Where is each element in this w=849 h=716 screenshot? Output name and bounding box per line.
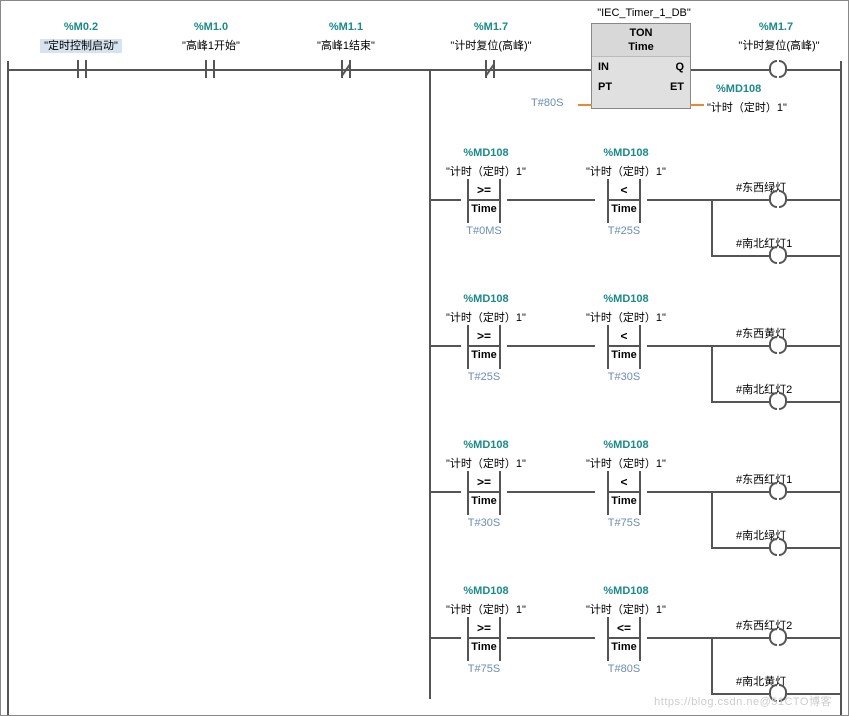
cmp2l[interactable]: >=Time [459,325,509,369]
contact-m02-addr: %M0.2 [31,21,131,33]
timer-et-label: "计时（定时）1" [707,99,787,115]
contact-m17a[interactable] [481,60,499,78]
cmp3l-val: T#30S [459,517,509,529]
g3-coil1[interactable] [769,482,787,500]
timer-pin-et: ET [670,81,684,93]
contact-m17a-label: "计时复位(高峰)" [431,37,551,53]
coil-m17-addr: %M1.7 [731,21,821,33]
timer-db-label: "IEC_Timer_1_DB" [589,7,699,19]
coil-m17[interactable] [769,60,787,78]
g1-coil1[interactable] [769,190,787,208]
cmp4r-label: "计时（定时）1" [566,601,686,617]
cmp2l-addr: %MD108 [441,293,531,305]
cmp1r[interactable]: <Time [599,179,649,223]
cmp4l-label: "计时（定时）1" [426,601,546,617]
cmp1l[interactable]: >=Time [459,179,509,223]
cmp3r-val: T#75S [599,517,649,529]
right-power-rail [840,61,842,715]
timer-et-addr: %MD108 [716,83,761,95]
cmp3r-label: "计时（定时）1" [566,455,686,471]
contact-m11-label: "高峰1结束" [296,37,396,53]
coil-m17-label: "计时复位(高峰)" [719,37,839,53]
cmp4l-addr: %MD108 [441,585,531,597]
timer-type: TON [592,26,690,40]
cmp2r-addr: %MD108 [581,293,671,305]
cmp4r-addr: %MD108 [581,585,671,597]
g4-coil1[interactable] [769,628,787,646]
cmp1l-label: "计时（定时）1" [426,163,546,179]
contact-m02-label: "定时控制启动" [11,37,151,53]
cmp1r-addr: %MD108 [581,147,671,159]
cmp3r[interactable]: <Time [599,471,649,515]
g2-coil2[interactable] [769,392,787,410]
cmp3l-label: "计时（定时）1" [426,455,546,471]
contact-m11-addr: %M1.1 [301,21,391,33]
cmp3l-addr: %MD108 [441,439,531,451]
cmp1r-val: T#25S [599,225,649,237]
cmp1l-val: T#0MS [459,225,509,237]
contact-m11[interactable] [337,60,355,78]
contact-m02[interactable] [73,60,91,78]
timer-pt-value: T#80S [531,97,563,109]
contact-m10-label: "高峰1开始" [161,37,261,53]
timer-subtype: Time [592,40,690,54]
cmp2r-label: "计时（定时）1" [566,309,686,325]
g3-coil2[interactable] [769,538,787,556]
contact-m17a-addr: %M1.7 [441,21,541,33]
cmp1r-label: "计时（定时）1" [566,163,686,179]
contact-m10-addr: %M1.0 [166,21,256,33]
cmp2r[interactable]: <Time [599,325,649,369]
g2-coil1[interactable] [769,336,787,354]
contact-m10[interactable] [201,60,219,78]
timer-pin-in: IN [598,61,609,73]
cmp4l-val: T#75S [459,663,509,675]
cmp1l-addr: %MD108 [441,147,531,159]
watermark: https://blog.csdn.ne@51CTO博客 [654,693,832,709]
g1-coil2[interactable] [769,246,787,264]
timer-pin-pt: PT [598,81,612,93]
timer-block[interactable]: TON Time IN Q PT ET [591,23,691,109]
cmp3l[interactable]: >=Time [459,471,509,515]
cmp2r-val: T#30S [599,371,649,383]
cmp4l[interactable]: >=Time [459,617,509,661]
cmp3r-addr: %MD108 [581,439,671,451]
timer-pin-q: Q [675,61,684,73]
cmp4r-val: T#80S [599,663,649,675]
cmp2l-val: T#25S [459,371,509,383]
cmp2l-label: "计时（定时）1" [426,309,546,325]
left-power-rail [7,61,9,715]
cmp4r[interactable]: <=Time [599,617,649,661]
